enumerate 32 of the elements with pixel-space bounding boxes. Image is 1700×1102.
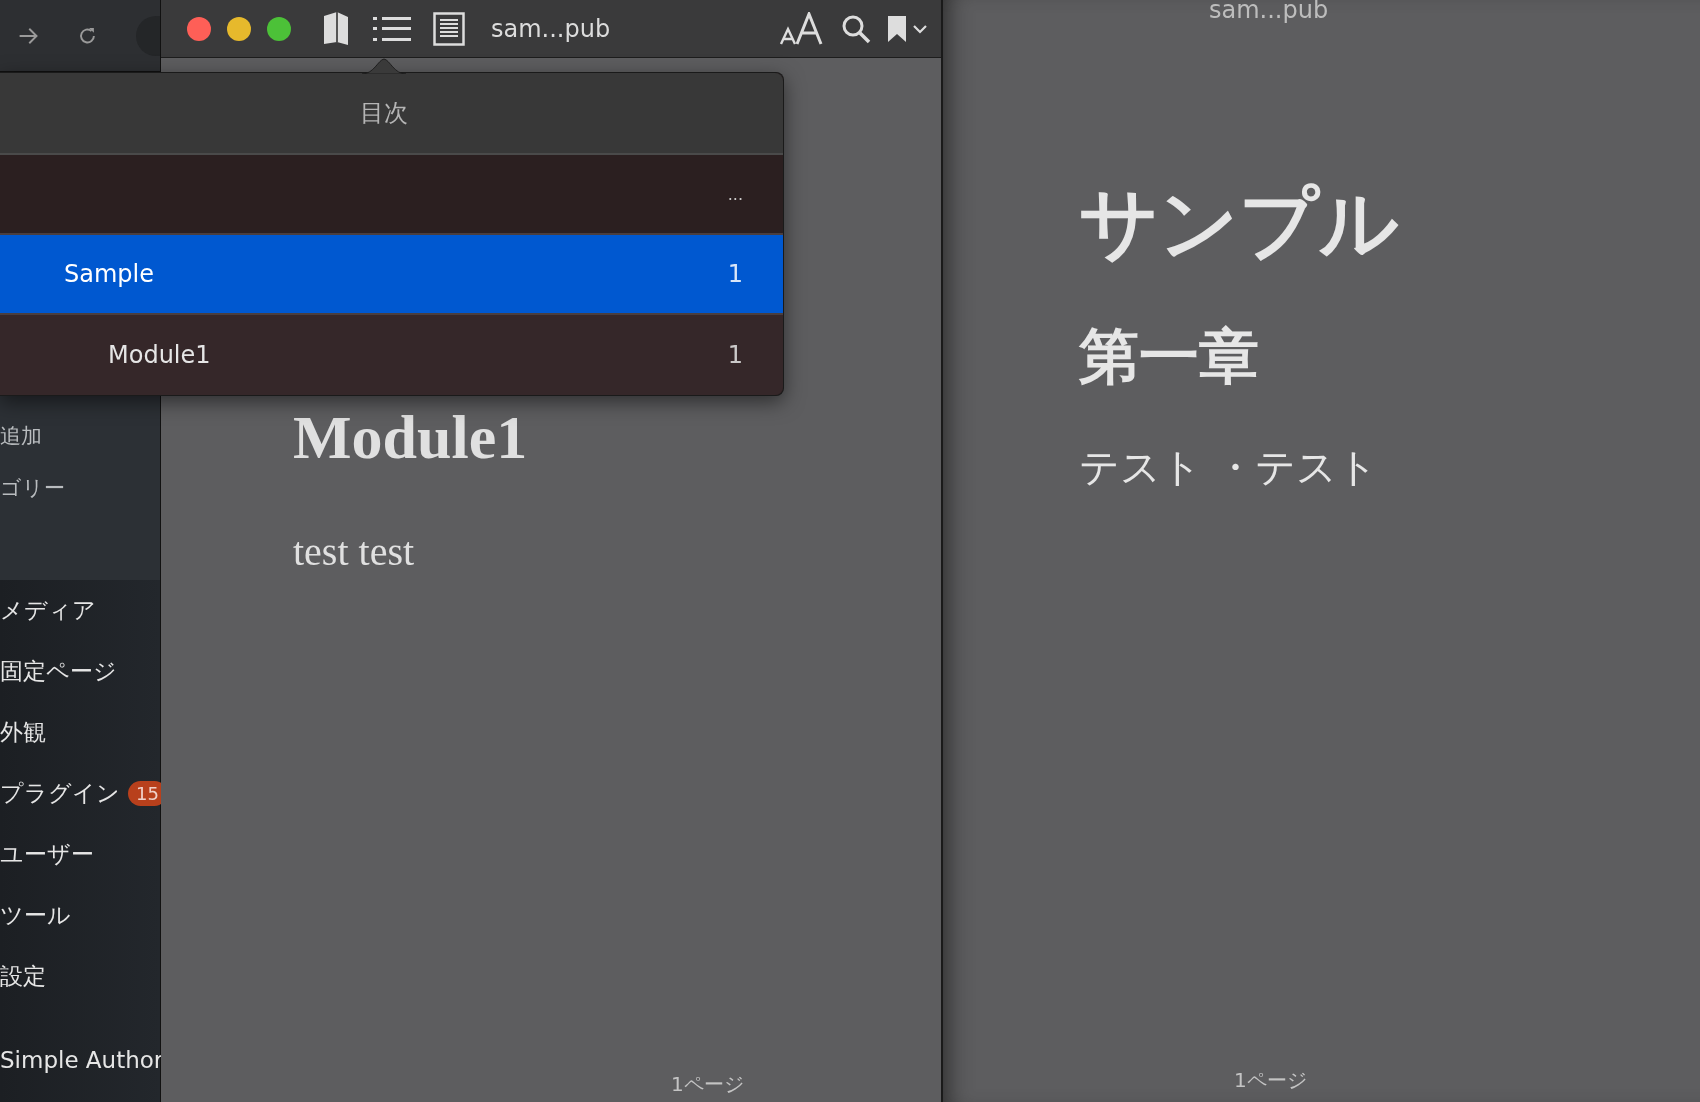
sidebar-item[interactable]: プラグイン bbox=[0, 778, 120, 809]
sidebar-item[interactable]: メディア bbox=[0, 595, 96, 626]
sidebar-item[interactable]: 固定ページ bbox=[0, 656, 117, 687]
page-icon[interactable] bbox=[433, 11, 465, 46]
body-text: test test bbox=[293, 528, 416, 575]
sidebar-submenu-item[interactable]: 追加 bbox=[0, 422, 160, 450]
search-icon[interactable] bbox=[841, 13, 871, 44]
chapter-heading: 第一章 bbox=[1079, 320, 1260, 393]
zoom-button[interactable] bbox=[267, 16, 291, 41]
popover-title: 目次 bbox=[359, 98, 408, 129]
sidebar-item[interactable]: 設定 bbox=[0, 961, 46, 992]
book-icon[interactable] bbox=[321, 10, 351, 47]
sidebar-submenu-item[interactable]: ゴリー bbox=[0, 474, 160, 502]
chevron-down-icon[interactable] bbox=[913, 23, 927, 34]
font-size-icon[interactable] bbox=[779, 11, 825, 46]
contents-item[interactable]: Sample 1 bbox=[0, 235, 783, 315]
sidebar-item[interactable]: ツール bbox=[0, 900, 71, 931]
sidebar-item[interactable]: 外観 bbox=[0, 717, 46, 748]
book-heading: サンプル bbox=[1079, 176, 1400, 270]
book-title: sam...pub bbox=[1209, 0, 1330, 24]
sidebar-item[interactable]: Simple Author bbox=[0, 1046, 164, 1073]
contents-item[interactable]: ... bbox=[0, 155, 783, 235]
body-text: テスト ・テスト bbox=[1079, 443, 1379, 492]
page-number: 1ページ bbox=[1234, 1067, 1308, 1094]
sidebar-item[interactable]: ユーザー bbox=[0, 839, 94, 870]
bookmark-icon[interactable] bbox=[887, 14, 907, 43]
chapter-heading: Module1 bbox=[293, 406, 529, 468]
minimize-button[interactable] bbox=[227, 16, 251, 41]
page-number: 1ページ bbox=[671, 1071, 745, 1098]
contents-item[interactable]: Module1 1 bbox=[0, 315, 783, 395]
close-button[interactable] bbox=[187, 16, 211, 41]
window-title: sam...pub bbox=[491, 14, 611, 43]
